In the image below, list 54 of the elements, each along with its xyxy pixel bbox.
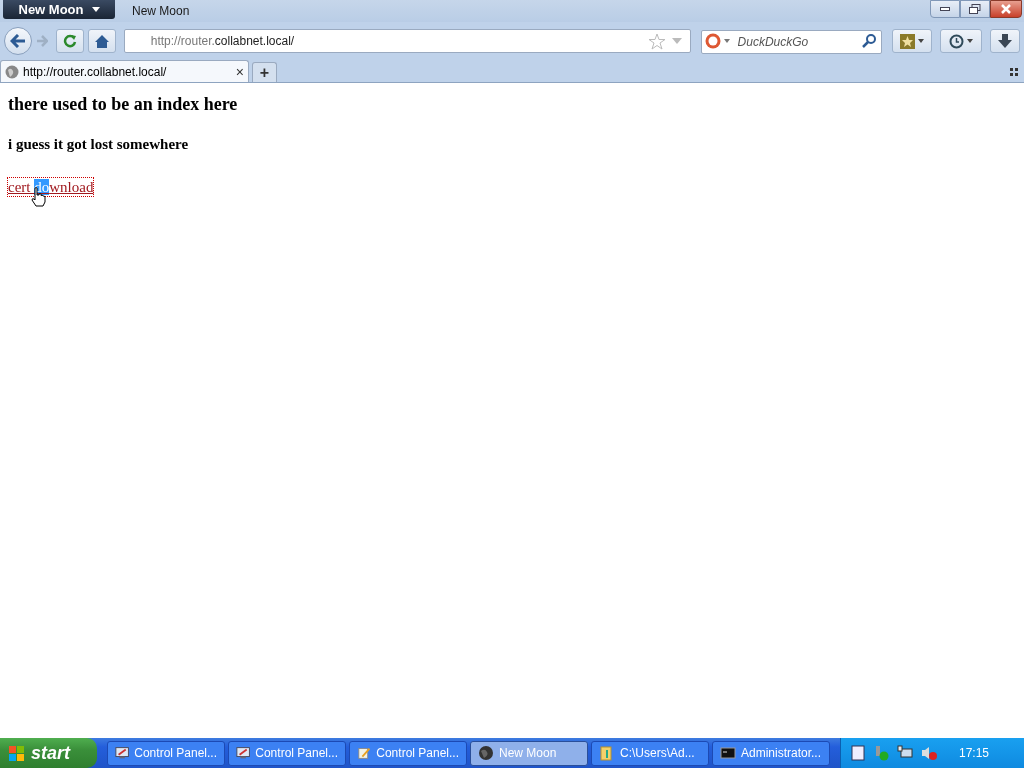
grid-icon[interactable] [1010,68,1018,76]
app-menu-button[interactable]: New Moon [3,0,115,19]
clock: 17:15 [959,745,990,762]
taskbar-button[interactable]: Control Panel... [107,740,225,766]
page-subheading: i guess it got lost somewhere [8,135,190,153]
taskbar-button[interactable]: Administrator... [712,740,830,766]
window-title: New Moon [132,3,190,20]
back-button[interactable] [4,27,32,55]
speaker-muted-icon[interactable] [921,745,937,761]
clock-icon [949,33,965,49]
reload-icon [62,34,77,48]
taskbar-button[interactable]: New Moon [470,740,588,766]
star-icon[interactable] [647,32,666,50]
windows-logo-icon [8,744,26,762]
search-field[interactable]: DuckDuckGo [700,30,883,54]
history-button[interactable] [940,29,983,53]
minimize-icon [940,7,950,11]
home-icon [94,34,109,48]
caret-icon [918,39,925,43]
document-icon[interactable] [851,745,865,761]
taskbar-button[interactable]: C:\Users\Ad... [591,740,709,766]
browser-tab[interactable]: http://router.collabnet.local/ × [0,60,249,82]
download-button[interactable] [990,29,1020,53]
monitor-icon [115,745,130,761]
bookmarks-button[interactable] [892,29,933,53]
reload-button[interactable] [55,29,84,53]
restore-icon [969,4,981,14]
search-icon[interactable] [862,34,877,48]
home-button[interactable] [87,29,116,53]
tab-close-button[interactable]: × [235,64,244,79]
forward-arrow-icon [35,35,48,47]
close-icon [1001,4,1011,14]
caret-icon[interactable] [723,39,730,43]
monitor-icon [236,745,251,761]
network-icon[interactable] [897,745,913,761]
bookmark-star-icon [900,33,916,49]
caret-icon [91,7,100,12]
minimize-button[interactable] [930,0,960,18]
close-button[interactable] [990,0,1022,18]
taskbar-button[interactable]: Control Panel... [228,740,346,766]
globe-icon [478,745,494,761]
back-arrow-icon [9,34,26,48]
globe-icon [5,64,19,79]
download-arrow-icon [998,34,1012,48]
start-button[interactable]: start [0,738,97,768]
address-text: http://router.collabnet.local/ [150,33,295,50]
taskbar-button[interactable]: Control Panel... [349,740,467,766]
page-heading: there used to be an index here [8,93,239,115]
console-icon [720,745,736,761]
tab-title: http://router.collabnet.local/ [23,63,167,81]
restore-button[interactable] [960,0,990,18]
new-tab-button[interactable]: + [252,62,277,82]
caret-icon [967,39,974,43]
address-field[interactable]: http://router.collabnet.local/ [123,29,691,53]
